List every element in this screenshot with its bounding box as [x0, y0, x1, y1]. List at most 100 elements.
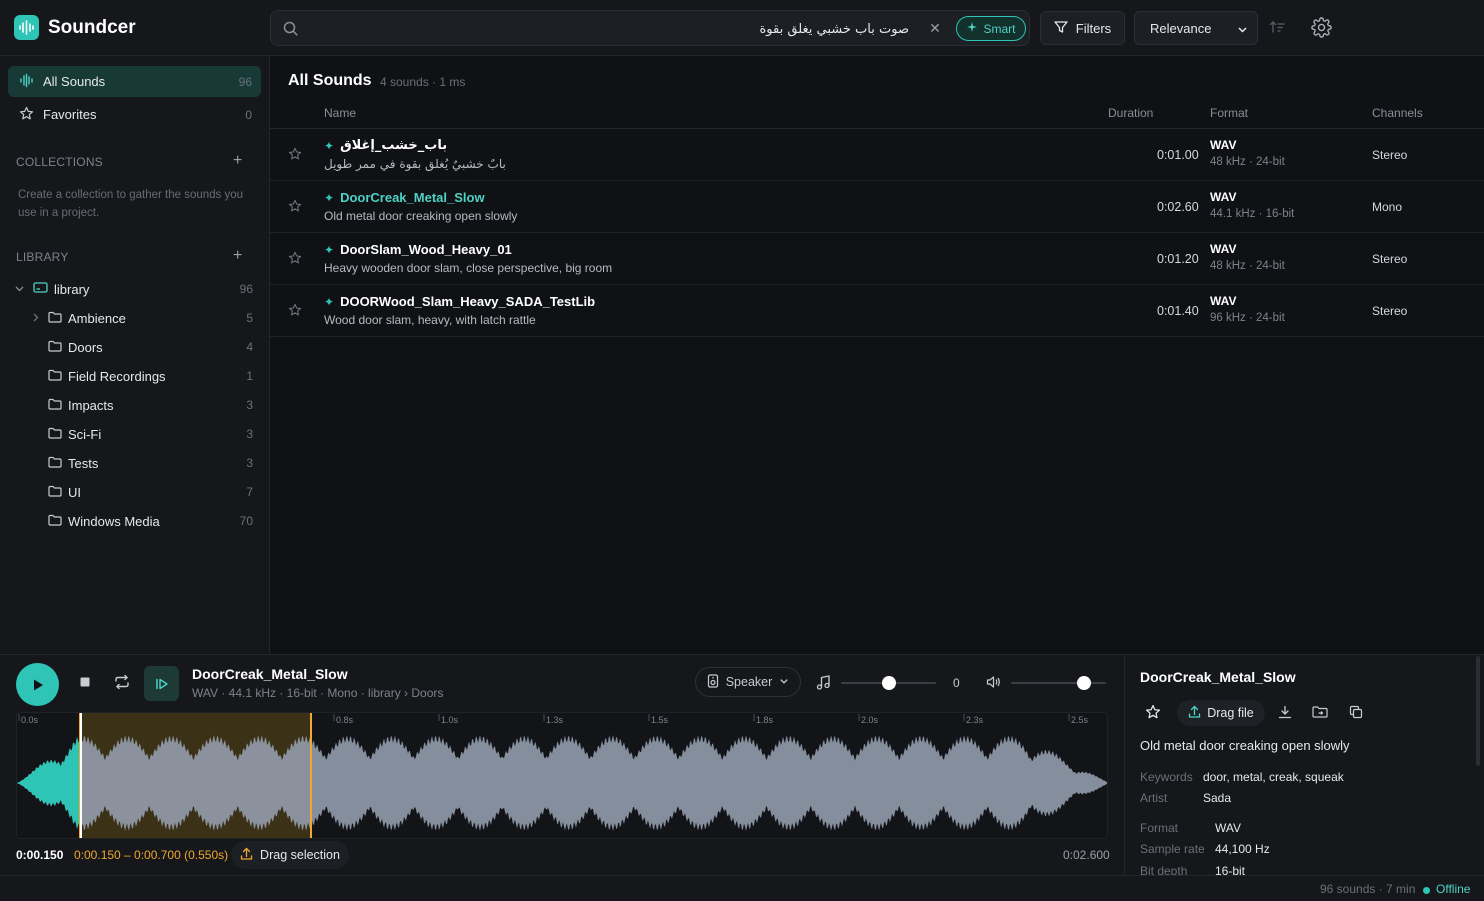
sound-format: WAV — [1210, 242, 1237, 256]
tree-item-label: UI — [68, 484, 81, 500]
sound-channels: Stereo — [1372, 148, 1408, 162]
table-row[interactable]: ✦ DOORWood_Slam_Heavy_SADA_TestLib Wood d… — [270, 285, 1484, 337]
copy-icon[interactable] — [1349, 705, 1363, 722]
output-device-select[interactable]: Speaker — [695, 667, 801, 697]
folder-icon — [48, 427, 62, 442]
tree-item-folder[interactable]: UI 7 — [0, 479, 262, 505]
tree-item-count: 1 — [246, 369, 253, 383]
selection-range: 0:00.150 – 0:00.700 (0.550s) — [74, 848, 229, 862]
star-icon[interactable] — [288, 303, 302, 320]
play-button[interactable] — [16, 663, 59, 706]
tree-item-folder[interactable]: Ambience 5 — [0, 305, 262, 331]
sidebar-item-all-sounds[interactable]: All Sounds 96 — [8, 66, 261, 97]
time-ruler-label: 1.8s — [756, 715, 774, 725]
volume-icon[interactable] — [986, 675, 1001, 692]
table-row[interactable]: ✦ باب_خشب_إغلاق بابٌ خشبيٌ يُغلق بقوة في … — [270, 129, 1484, 181]
drag-file-button[interactable]: Drag file — [1177, 700, 1265, 726]
star-icon[interactable] — [288, 147, 302, 164]
detail-value-keywords: door, metal, creak, squeak — [1203, 770, 1344, 784]
filter-icon — [1054, 20, 1068, 37]
app-logo[interactable]: Soundcer — [14, 15, 136, 40]
table-row[interactable]: ✦ DoorSlam_Wood_Heavy_01 Heavy wooden doo… — [270, 233, 1484, 285]
column-header-duration[interactable]: Duration — [1108, 106, 1153, 120]
sound-description: بابٌ خشبيٌ يُغلق بقوة في ممر طويل — [324, 157, 506, 171]
sound-name: ✦ DOORWood_Slam_Heavy_SADA_TestLib — [324, 294, 595, 309]
drag-selection-button[interactable]: Drag selection — [231, 841, 349, 869]
sidebar-item-count: 96 — [238, 74, 252, 89]
tree-item-folder[interactable]: Sci-Fi 3 — [0, 421, 262, 447]
time-ruler-label: 0.0s — [21, 715, 39, 725]
reveal-in-folder-icon[interactable] — [1312, 705, 1328, 722]
sound-duration: 0:01.40 — [1157, 304, 1199, 318]
tree-item-folder[interactable]: Impacts 3 — [0, 392, 262, 418]
time-ruler-label: 2.5s — [1071, 715, 1089, 725]
sound-format: WAV — [1210, 190, 1237, 204]
sound-spec: 48 kHz · 24-bit — [1210, 260, 1285, 272]
loop-icon[interactable] — [113, 673, 131, 694]
drive-icon — [33, 281, 48, 297]
sound-channels: Mono — [1372, 200, 1403, 214]
tree-item-folder[interactable]: Doors 4 — [0, 334, 262, 360]
volume-slider-thumb[interactable] — [1077, 676, 1092, 690]
tree-item-count: 7 — [246, 485, 253, 499]
column-header-channels[interactable]: Channels — [1372, 106, 1423, 120]
clear-search-button[interactable]: ✕ — [926, 19, 944, 37]
current-time: 0:00.150 — [16, 848, 64, 862]
library-summary: 96 sounds · 7 min — [1320, 882, 1416, 896]
sound-description: Heavy wooden door slam, close perspectiv… — [324, 261, 613, 275]
tree-item-label: Windows Media — [68, 513, 160, 529]
sound-name: ✦ DoorCreak_Metal_Slow — [324, 190, 485, 205]
detail-value-bit-depth: 16-bit — [1215, 864, 1246, 875]
sidebar-item-label: Favorites — [43, 107, 97, 122]
table-row[interactable]: ✦ DoorCreak_Metal_Slow Old metal door cre… — [270, 181, 1484, 233]
star-icon[interactable] — [288, 251, 302, 268]
tree-item-folder[interactable]: Tests 3 — [0, 450, 262, 476]
autoplay-icon — [155, 678, 168, 689]
waveform-view[interactable]: 0.0s0.3s0.5s0.8s1.0s1.3s1.5s1.8s2.0s2.3s… — [16, 712, 1108, 839]
sparkle-icon: ✦ — [324, 242, 335, 257]
sound-format: WAV — [1210, 294, 1237, 308]
gear-icon[interactable] — [1311, 17, 1332, 41]
waveform-canvas[interactable]: 0.0s0.3s0.5s0.8s1.0s1.3s1.5s1.8s2.0s2.3s… — [17, 713, 1108, 839]
download-icon[interactable] — [1278, 705, 1292, 722]
search-input[interactable] — [311, 18, 909, 40]
smart-search-toggle[interactable]: Smart — [956, 16, 1026, 41]
folder-icon — [48, 514, 62, 529]
speaker-icon — [707, 673, 719, 691]
waveform-shape — [17, 735, 1107, 831]
sound-channels: Stereo — [1372, 252, 1408, 266]
sound-name-text: باب_خشب_إغلاق — [340, 138, 448, 153]
time-ruler-label: 1.5s — [651, 715, 669, 725]
column-header-format[interactable]: Format — [1210, 106, 1248, 120]
add-library-button[interactable]: + — [233, 247, 242, 265]
filters-button[interactable]: Filters — [1040, 11, 1125, 45]
sidebar-item-favorites[interactable]: Favorites 0 — [8, 99, 261, 130]
player-title: DoorCreak_Metal_Slow — [192, 666, 348, 682]
sound-spec: 96 kHz · 24-bit — [1210, 312, 1285, 324]
pitch-slider[interactable] — [841, 676, 936, 690]
star-icon[interactable] — [288, 199, 302, 216]
tree-item-count: 3 — [246, 456, 253, 470]
sound-format: WAV — [1210, 138, 1237, 152]
sort-select[interactable]: Relevance — [1134, 11, 1258, 45]
time-ruler-label: 2.3s — [966, 715, 984, 725]
tree-item-count: 3 — [246, 427, 253, 441]
pitch-slider-thumb[interactable] — [881, 676, 896, 690]
music-note-icon — [816, 675, 830, 693]
chevron-right-icon — [31, 311, 40, 326]
stop-icon[interactable] — [79, 676, 91, 691]
sound-list-panel: All Sounds 4 sounds · 1 ms Name Duration… — [270, 56, 1484, 654]
search-bar[interactable]: ✕ Smart — [270, 10, 1030, 46]
sort-direction-icon[interactable] — [1269, 20, 1285, 37]
column-header-name[interactable]: Name — [324, 106, 356, 120]
tree-item-folder[interactable]: Windows Media 70 — [0, 508, 262, 534]
autoplay-button[interactable] — [144, 666, 179, 701]
tree-item-library-root[interactable]: library 96 — [0, 276, 262, 302]
tree-item-folder[interactable]: Field Recordings 1 — [0, 363, 262, 389]
volume-slider[interactable] — [1011, 676, 1106, 690]
star-icon[interactable] — [1145, 704, 1161, 723]
detail-scrollbar[interactable] — [1476, 656, 1480, 766]
time-ruler-label: 2.0s — [861, 715, 879, 725]
add-collection-button[interactable]: + — [233, 152, 242, 170]
sidebar-item-label: All Sounds — [43, 74, 106, 89]
